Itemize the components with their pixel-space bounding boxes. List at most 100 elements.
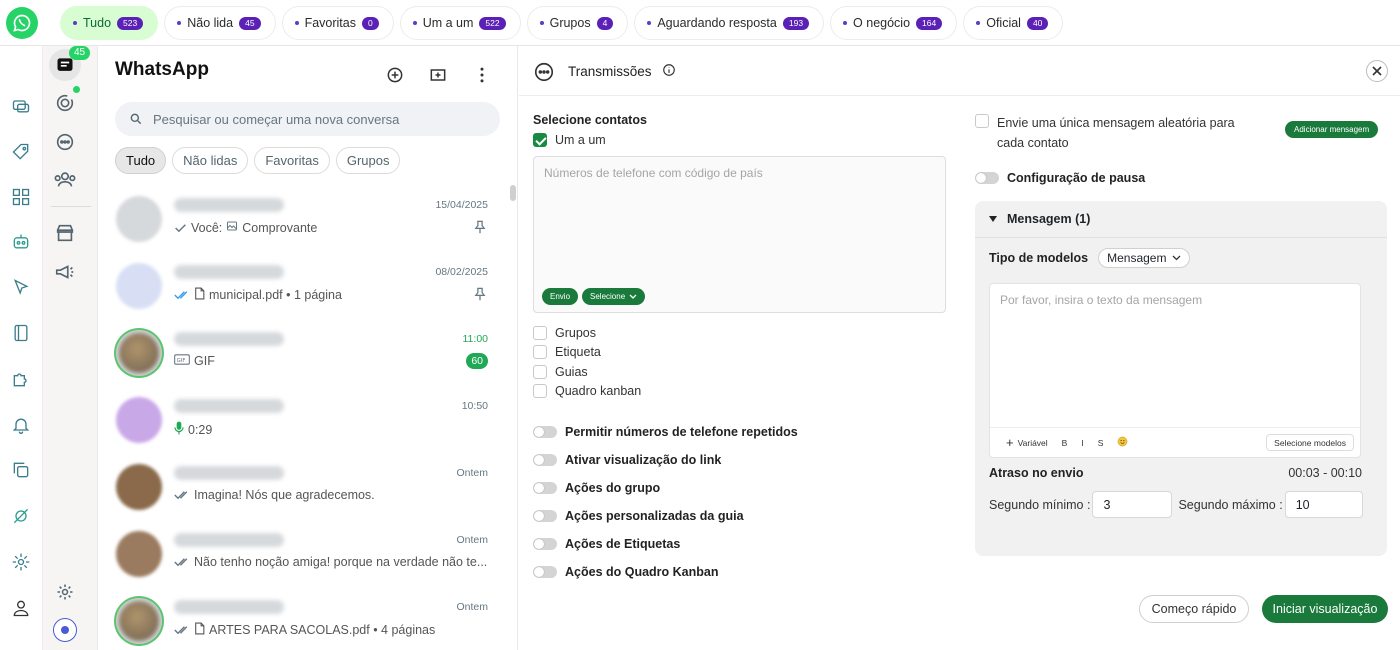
add-variable-button[interactable]: + Variável — [1006, 435, 1048, 450]
message-section-header[interactable]: Mensagem (1) — [975, 201, 1387, 238]
option-toggle[interactable] — [533, 454, 557, 466]
puzzle-icon[interactable] — [9, 367, 33, 391]
chat-row[interactable]: Ontem ARTES PARA SACOLAS.pdf • 4 páginas — [98, 586, 508, 650]
model-type-select[interactable]: Mensagem — [1098, 248, 1191, 268]
user-lock-icon[interactable] — [9, 596, 33, 620]
info-icon[interactable] — [662, 63, 676, 80]
bell-icon[interactable] — [9, 413, 33, 437]
emoji-icon[interactable] — [1117, 436, 1128, 449]
option-toggle[interactable] — [533, 566, 557, 578]
contact-source-checkbox-row[interactable]: Grupos — [533, 323, 641, 343]
filter-label: Um a um — [422, 16, 474, 30]
select-dropdown-button[interactable]: Selecione — [582, 288, 646, 305]
pointer-icon[interactable] — [9, 276, 33, 300]
profile-avatar[interactable] — [49, 614, 81, 646]
settings-icon[interactable] — [49, 576, 81, 608]
strikethrough-button[interactable]: S — [1098, 438, 1104, 448]
contact-source-checkbox-row[interactable]: Quadro kanban — [533, 382, 641, 402]
chat-list-scrollbar[interactable] — [510, 185, 516, 201]
random-message-checkbox[interactable] — [975, 114, 989, 128]
pause-config-row[interactable]: Configuração de pausa — [975, 171, 1145, 185]
megaphone-icon[interactable] — [49, 256, 81, 288]
contact-source-checkbox[interactable] — [533, 364, 547, 379]
qr-icon[interactable] — [9, 185, 33, 209]
chat-filter-pill[interactable]: Tudo — [115, 147, 167, 174]
tag-icon[interactable] — [9, 140, 33, 164]
communities-icon[interactable] — [49, 164, 81, 196]
chat-filter-pill[interactable]: Favoritas — [254, 147, 330, 174]
robot-icon[interactable] — [9, 230, 33, 254]
settings-gear-icon[interactable] — [9, 550, 33, 574]
message-textarea[interactable]: Por favor, insira o texto da mensagem + V… — [989, 283, 1361, 458]
chat-preview: 0:29 — [174, 421, 212, 438]
option-toggle-row[interactable]: Ativar visualização do link — [533, 446, 798, 474]
contacts-card-icon[interactable] — [9, 94, 33, 118]
search-input[interactable]: Pesquisar ou começar uma nova conversa — [115, 102, 500, 136]
one-to-one-checkbox[interactable] — [533, 133, 547, 147]
bold-button[interactable]: B — [1062, 438, 1068, 448]
option-toggle-row[interactable]: Ações de Etiquetas — [533, 530, 798, 558]
option-toggle[interactable] — [533, 538, 557, 550]
filter-chip[interactable]: Não lida 45 — [164, 6, 276, 40]
filter-chip[interactable]: Um a um 522 — [399, 6, 521, 40]
contact-source-checkbox[interactable] — [533, 384, 547, 399]
one-to-one-checkbox-row[interactable]: Um a um — [533, 133, 606, 147]
filter-chip[interactable]: Grupos 4 — [526, 6, 629, 40]
contact-source-checkbox-row[interactable]: Guias — [533, 362, 641, 382]
chat-preview: GIF GIF — [174, 354, 215, 368]
nav-divider — [51, 206, 91, 207]
contact-avatar — [116, 196, 162, 242]
chat-row[interactable]: 08/02/2025 municipal.pdf • 1 página — [98, 251, 508, 318]
contact-source-checkbox[interactable] — [533, 345, 547, 360]
chat-row[interactable]: 10:50 0:29 — [98, 385, 508, 452]
option-toggle-row[interactable]: Ações do Quadro Kanban — [533, 558, 798, 586]
broadcast-header: Transmissões — [519, 46, 1400, 96]
chat-row[interactable]: Ontem Não tenho noção amiga! porque na ve… — [98, 519, 508, 586]
add-message-button[interactable]: Adicionar mensagem — [1285, 121, 1379, 138]
pause-config-toggle[interactable] — [975, 172, 999, 184]
quick-start-button[interactable]: Começo rápido — [1139, 595, 1249, 623]
option-toggle[interactable] — [533, 426, 557, 438]
document-icon — [194, 622, 205, 638]
channels-icon[interactable] — [49, 126, 81, 158]
contact-source-checkbox-row[interactable]: Etiqueta — [533, 343, 641, 363]
menu-kebab-icon[interactable] — [471, 64, 493, 86]
option-toggle-row[interactable]: Permitir números de telefone repetidos — [533, 418, 798, 446]
chats-icon[interactable]: 45 — [49, 46, 91, 81]
min-seconds-input[interactable]: 3 — [1092, 491, 1173, 518]
copy-icon[interactable] — [9, 458, 33, 482]
option-toggle[interactable] — [533, 482, 557, 494]
send-button[interactable]: Envio — [542, 288, 579, 305]
filter-chip[interactable]: Aguardando resposta 193 — [634, 6, 825, 40]
option-toggle[interactable] — [533, 510, 557, 522]
phone-numbers-textarea[interactable]: Números de telefone com código de país E… — [533, 156, 946, 313]
store-icon[interactable] — [49, 217, 81, 249]
italic-button[interactable]: I — [1081, 438, 1083, 448]
new-chat-icon[interactable] — [427, 64, 449, 86]
chat-row[interactable]: 15/04/2025 Você: Comprovante — [98, 184, 508, 251]
filter-chip[interactable]: Favoritas 0 — [281, 6, 394, 40]
select-models-button[interactable]: Selecione modelos — [1266, 434, 1354, 451]
preview-text: Não tenho noção amiga! porque na verdade… — [194, 555, 488, 569]
satellite-icon[interactable] — [9, 504, 33, 528]
max-seconds-label: Segundo máximo : — [1178, 497, 1283, 512]
chat-time: 10:50 — [461, 400, 488, 412]
filter-chip[interactable]: Oficial 40 — [963, 6, 1064, 40]
option-toggle-row[interactable]: Ações personalizadas da guia — [533, 502, 798, 530]
close-button[interactable] — [1366, 60, 1388, 82]
chat-filter-pill[interactable]: Não lidas — [172, 147, 249, 174]
status-icon[interactable] — [49, 86, 81, 119]
notebook-icon[interactable] — [9, 321, 33, 345]
chat-filter-pill[interactable]: Grupos — [335, 147, 401, 174]
random-message-row[interactable]: Envie uma única mensagem aleatória para … — [975, 113, 1265, 153]
filter-dot — [73, 21, 77, 25]
option-toggle-row[interactable]: Ações do grupo — [533, 474, 798, 502]
contact-source-checkbox[interactable] — [533, 325, 547, 340]
max-seconds-input[interactable]: 10 — [1284, 491, 1363, 518]
start-preview-button[interactable]: Iniciar visualização — [1262, 595, 1388, 623]
chat-row[interactable]: Ontem Imagina! Nós que agradecemos. — [98, 452, 508, 519]
filter-chip[interactable]: O negócio 164 — [830, 6, 958, 40]
filter-chip[interactable]: Tudo 523 — [60, 6, 159, 40]
chat-row[interactable]: 11:00 GIF GIF 60 — [98, 318, 508, 385]
new-status-icon[interactable] — [384, 64, 406, 86]
